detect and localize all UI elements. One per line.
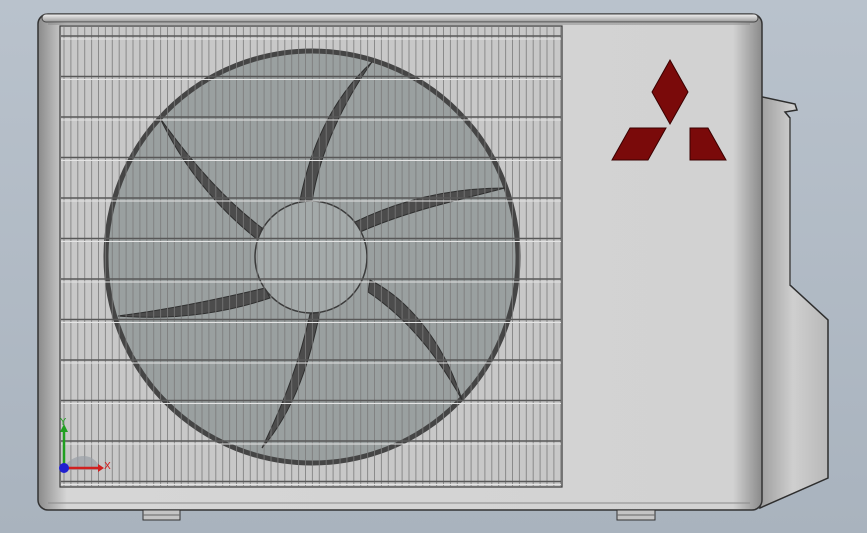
mount-foot-left	[142, 509, 181, 521]
cad-viewport[interactable]: X Y	[0, 0, 867, 533]
mount-foot-right	[616, 509, 656, 521]
x-axis-label: X	[104, 461, 111, 472]
fan-hub	[254, 200, 368, 314]
side-bracket[interactable]	[757, 95, 829, 510]
fan-grille-panel[interactable]	[59, 25, 563, 488]
y-axis-label: Y	[59, 417, 67, 428]
z-axis	[59, 463, 69, 473]
